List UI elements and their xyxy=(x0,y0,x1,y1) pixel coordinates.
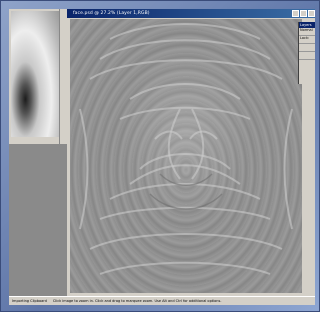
status-hint: Click image to zoom in. Click and drag t… xyxy=(52,299,222,303)
reference-scrollbar[interactable] xyxy=(59,9,67,144)
canvas-window[interactable]: face.psd @ 27.2% (Layer 1,RGB) Layers No… xyxy=(67,9,315,297)
status-progress: Importing Clipboard xyxy=(12,299,47,303)
painting-canvas[interactable] xyxy=(70,19,302,293)
close-icon[interactable] xyxy=(308,10,315,17)
reference-photo xyxy=(11,11,59,137)
hair-strokes xyxy=(79,23,293,275)
canvas-titlebar[interactable]: face.psd @ 27.2% (Layer 1,RGB) xyxy=(67,9,315,18)
layer-row[interactable] xyxy=(299,52,315,60)
layer-row[interactable] xyxy=(299,44,315,52)
lock-label: Lock: xyxy=(299,36,315,44)
maximize-icon[interactable] xyxy=(300,10,307,17)
blend-mode-select[interactable]: Normal xyxy=(299,28,315,36)
minimize-icon[interactable] xyxy=(292,10,299,17)
status-bar: Importing Clipboard Click image to zoom … xyxy=(9,296,315,305)
layers-palette[interactable]: Layers Normal Lock: xyxy=(298,22,315,84)
reference-image-window[interactable] xyxy=(9,9,68,144)
screenshot-frame: face.psd @ 27.2% (Layer 1,RGB) Layers No… xyxy=(0,0,320,312)
workspace: face.psd @ 27.2% (Layer 1,RGB) Layers No… xyxy=(9,9,315,305)
canvas-title: face.psd @ 27.2% (Layer 1,RGB) xyxy=(73,11,150,16)
